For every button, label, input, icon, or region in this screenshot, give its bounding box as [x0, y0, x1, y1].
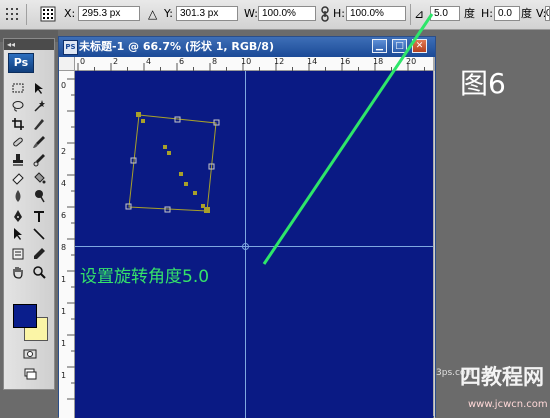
angle-icon: ⊿ — [414, 7, 425, 21]
toolbox: ◂◂ Ps — [3, 38, 55, 390]
ruler-label: 18 — [373, 57, 384, 66]
ruler-label: 6 — [61, 211, 67, 220]
zoom-tool-icon[interactable] — [30, 263, 48, 280]
ruler-label: 12 — [274, 57, 285, 66]
delta-triangle-icon[interactable]: △ — [148, 5, 157, 23]
figure-label: 图6 — [460, 67, 506, 100]
history-brush-icon[interactable] — [30, 151, 48, 168]
height-field[interactable]: 100.0% — [346, 6, 406, 21]
document-canvas[interactable] — [75, 71, 433, 418]
ruler-label: 20 — [406, 57, 417, 66]
photoshop-logo[interactable]: Ps — [8, 53, 34, 73]
magic-wand-icon[interactable] — [30, 97, 48, 114]
chain-link-icon[interactable] — [320, 6, 330, 22]
angle-unit: 度 — [464, 7, 475, 20]
healing-brush-icon[interactable] — [9, 133, 27, 150]
ruler-label: 14 — [307, 57, 318, 66]
ruler-label: 4 — [146, 57, 152, 66]
eraser-tool-icon[interactable] — [9, 169, 27, 186]
reference-grid-icon[interactable] — [40, 6, 56, 22]
eyedropper-icon[interactable] — [30, 245, 48, 262]
ruler-label: 8 — [212, 57, 218, 66]
ruler-label: 1 — [61, 339, 67, 348]
h-label: H: — [333, 7, 345, 20]
ruler-label: 1 — [61, 371, 67, 380]
dodge-tool-icon[interactable] — [30, 187, 48, 204]
ruler-label: 10 — [241, 57, 252, 66]
ruler-label: 16 — [340, 57, 351, 66]
type-tool-icon[interactable] — [30, 207, 48, 224]
ruler-label: 2 — [61, 147, 67, 156]
quick-mask-icon[interactable] — [19, 345, 41, 362]
crop-tool-icon[interactable] — [9, 115, 27, 132]
reference-point-icon[interactable] — [4, 6, 20, 22]
ruler-label: 2 — [113, 57, 119, 66]
line-tool-icon[interactable] — [30, 225, 48, 242]
path-selection-icon[interactable] — [9, 225, 27, 242]
ruler-label: 6 — [179, 57, 185, 66]
hskew-unit: 度 — [521, 7, 532, 20]
document-title-bar[interactable]: PS 未标题-1 @ 66.7% (形状 1, RGB/8) ▁ □ ✕ — [59, 37, 435, 57]
lasso-tool-icon[interactable] — [9, 97, 27, 114]
hskew-label: H: — [481, 7, 493, 20]
marquee-tool-icon[interactable] — [9, 79, 27, 96]
document-title: 未标题-1 @ 66.7% (形状 1, RGB/8) — [79, 40, 274, 53]
watermark-main: 四教程网 — [460, 365, 544, 389]
ruler-label: 0 — [80, 57, 86, 66]
watermark-url: www.jcwcn.com — [468, 399, 548, 410]
vertical-ruler[interactable]: 0 2 4 6 8 1 1 1 1 — [59, 71, 75, 418]
toolbox-grip[interactable]: ◂◂ — [4, 39, 54, 50]
document-window: PS 未标题-1 @ 66.7% (形状 1, RGB/8) ▁ □ ✕ 0 2… — [58, 36, 436, 418]
clone-stamp-icon[interactable] — [9, 151, 27, 168]
w-label: W: — [244, 7, 258, 20]
move-tool-icon[interactable] — [30, 79, 48, 96]
paint-bucket-icon[interactable] — [30, 169, 48, 186]
y-label: Y: — [164, 7, 173, 20]
transform-bounding-box — [125, 112, 220, 213]
close-button[interactable]: ✕ — [412, 39, 427, 53]
width-field[interactable]: 100.0% — [258, 6, 316, 21]
foreground-color-swatch[interactable] — [13, 304, 37, 328]
ruler-label: 8 — [61, 243, 67, 252]
slice-tool-icon[interactable] — [30, 115, 48, 132]
ruler-origin[interactable] — [59, 57, 75, 71]
annotation-text: 设置旋转角度5.0 — [80, 267, 210, 287]
notes-tool-icon[interactable] — [9, 245, 27, 262]
minimize-button[interactable]: ▁ — [372, 39, 387, 53]
brush-tool-icon[interactable] — [30, 133, 48, 150]
options-bar: X: 295.3 px △ Y: 301.3 px W: 100.0% H: 1… — [0, 0, 550, 30]
horizontal-skew-field[interactable]: 0.0 — [494, 6, 520, 21]
horizontal-ruler[interactable]: 0 2 4 6 8 10 12 14 16 18 20 — [75, 57, 433, 71]
vertical-scrollbar[interactable] — [434, 71, 435, 418]
y-position-field[interactable]: 301.3 px — [176, 6, 238, 21]
blur-tool-icon[interactable] — [9, 187, 27, 204]
ruler-label: 0 — [61, 81, 67, 90]
pen-tool-icon[interactable] — [9, 207, 27, 224]
maximize-button[interactable]: □ — [392, 39, 407, 53]
rotation-angle-field[interactable]: 5.0 — [430, 6, 460, 21]
ruler-label: 4 — [61, 179, 67, 188]
hand-tool-icon[interactable] — [9, 263, 27, 280]
ruler-label: 1 — [61, 275, 67, 284]
x-label: X: — [64, 7, 76, 20]
vertical-skew-field[interactable]: 0 — [545, 6, 550, 21]
ruler-label: 1 — [61, 307, 67, 316]
screen-mode-icon[interactable] — [19, 365, 41, 382]
x-position-field[interactable]: 295.3 px — [78, 6, 140, 21]
document-icon: PS — [63, 40, 78, 55]
